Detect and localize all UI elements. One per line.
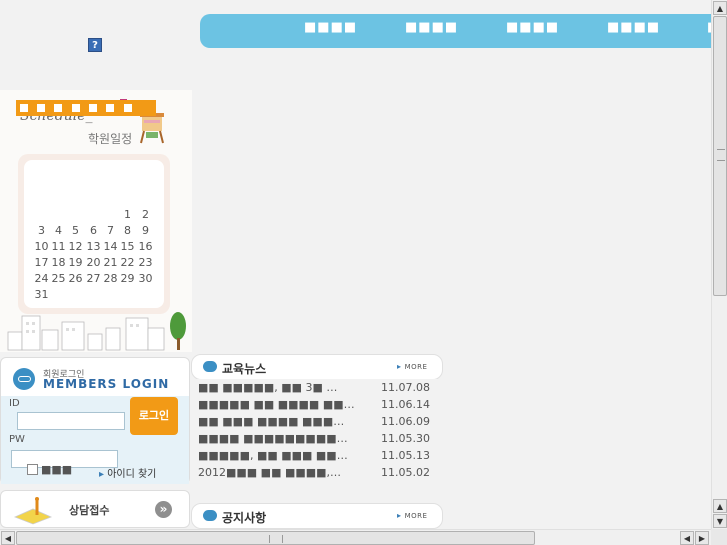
top-navigation: ■■■■ ■■■■ ■■■■ ■■■■ ■ <box>200 14 727 48</box>
calendar-day[interactable]: 30 <box>137 272 154 285</box>
calendar-day[interactable]: 5 <box>67 224 84 237</box>
calendar-day[interactable]: 15 <box>119 240 136 253</box>
news-item[interactable]: 2012■■■ ■■ ■■■■,… 11.05.02 <box>198 466 438 483</box>
calendar-day[interactable]: 17 <box>33 256 50 269</box>
key-icon <box>13 368 35 390</box>
calendar-day[interactable]: 24 <box>33 272 50 285</box>
calendar-day[interactable]: 10 <box>33 240 50 253</box>
login-button[interactable]: 로그인 <box>130 397 178 435</box>
calendar-day[interactable]: 11 <box>50 240 67 253</box>
calendar-day[interactable]: 12 <box>67 240 84 253</box>
nav-item-3[interactable]: ■■■■ <box>506 20 559 35</box>
scrollbar-corner <box>711 529 727 545</box>
calendar-day[interactable]: 21 <box>102 256 119 269</box>
calendar-day[interactable]: 22 <box>119 256 136 269</box>
notice-more-link[interactable]: MORE <box>397 511 427 520</box>
calendar-day[interactable]: 16 <box>137 240 154 253</box>
calendar-day[interactable]: 27 <box>85 272 102 285</box>
save-id-label: ■■■ <box>41 463 73 476</box>
horizontal-scroll-thumb[interactable] <box>16 531 535 545</box>
consult-label: 상담접수 <box>69 504 110 517</box>
news-item[interactable]: ■■ ■■■ ■■■■ ■■■… 11.06.09 <box>198 415 438 432</box>
pw-label: PW <box>9 434 25 445</box>
news-more-link[interactable]: MORE <box>397 362 427 371</box>
calendar-day[interactable]: 20 <box>85 256 102 269</box>
save-id-checkbox[interactable] <box>27 464 38 475</box>
calendar-day[interactable]: 23 <box>137 256 154 269</box>
scroll-right-icon[interactable]: ▶ <box>695 531 709 545</box>
calendar-day[interactable]: 31 <box>33 288 50 301</box>
calendar-weekday-header <box>16 100 156 116</box>
calendar-day[interactable]: 7 <box>102 224 119 237</box>
town-illustration <box>7 312 186 351</box>
vertical-scrollbar[interactable]: ▲ ▲ ▼ <box>711 0 727 529</box>
consult-button[interactable]: 상담접수 » <box>0 490 190 528</box>
help-icon[interactable]: ? <box>88 38 102 52</box>
calendar-day[interactable]: 28 <box>102 272 119 285</box>
news-title: 교육뉴스 <box>222 362 267 376</box>
notice-header: 공지사항 MORE <box>191 503 443 529</box>
news-item[interactable]: ■■■■ ■■■■■■■■■… 11.05.30 <box>198 432 438 449</box>
double-chevron-icon: » <box>155 501 172 518</box>
schedule-panel: Schedule_ 학원일정 2011 7 123456789101112131… <box>0 90 192 352</box>
calendar-day[interactable]: 13 <box>85 240 102 253</box>
scroll-down-icon[interactable]: ▼ <box>713 514 727 528</box>
calendar-day[interactable]: 18 <box>50 256 67 269</box>
speech-bubble-icon <box>203 505 217 521</box>
calendar-day[interactable]: 4 <box>50 224 67 237</box>
nav-item-4[interactable]: ■■■■ <box>607 20 660 35</box>
find-id-link[interactable]: 아이디 찾기 <box>99 465 156 480</box>
calendar-day[interactable]: 14 <box>102 240 119 253</box>
id-input[interactable] <box>17 412 125 430</box>
news-item[interactable]: ■■■■■, ■■ ■■■ ■■… 11.05.13 <box>198 449 438 466</box>
calendar-day[interactable]: 8 <box>119 224 136 237</box>
news-item[interactable]: ■■■■■ ■■ ■■■■ ■■… 11.06.14 <box>198 398 438 415</box>
calendar-day[interactable]: 1 <box>119 208 136 221</box>
notice-title: 공지사항 <box>222 511 267 525</box>
vertical-scroll-thumb[interactable] <box>713 16 727 296</box>
news-header: 교육뉴스 MORE <box>191 354 443 380</box>
calendar-day[interactable]: 29 <box>119 272 136 285</box>
calendar-day[interactable]: 9 <box>137 224 154 237</box>
calendar-day[interactable]: 6 <box>85 224 102 237</box>
login-panel: 회원로그인 MEMBERS LOGIN ID 로그인 PW ■■■ 아이디 찾기 <box>0 357 190 484</box>
horizontal-scrollbar[interactable]: ◀ ◀ ▶ <box>0 529 711 545</box>
calendar-day[interactable]: 2 <box>137 208 154 221</box>
id-label: ID <box>9 398 20 409</box>
news-item[interactable]: ■■ ■■■■■, ■■ 3■ … 11.07.08 <box>198 381 438 398</box>
nav-item-2[interactable]: ■■■■ <box>405 20 458 35</box>
calendar-day[interactable]: 26 <box>67 272 84 285</box>
scroll-up-icon-bottom[interactable]: ▲ <box>713 499 727 513</box>
schedule-subtitle: 학원일정 <box>88 132 133 146</box>
nav-item-1[interactable]: ■■■■ <box>304 20 357 35</box>
login-title: MEMBERS LOGIN <box>43 377 170 391</box>
scroll-left-icon[interactable]: ◀ <box>1 531 15 545</box>
calendar-day[interactable]: 25 <box>50 272 67 285</box>
scroll-left-icon-end[interactable]: ◀ <box>680 531 694 545</box>
scroll-up-icon[interactable]: ▲ <box>713 1 727 15</box>
calendar-day[interactable]: 19 <box>67 256 84 269</box>
map-pin-icon <box>13 497 53 525</box>
calendar-day[interactable]: 3 <box>33 224 50 237</box>
login-form: ID 로그인 PW ■■■ 아이디 찾기 <box>1 396 189 484</box>
speech-bubble-icon <box>203 356 217 372</box>
